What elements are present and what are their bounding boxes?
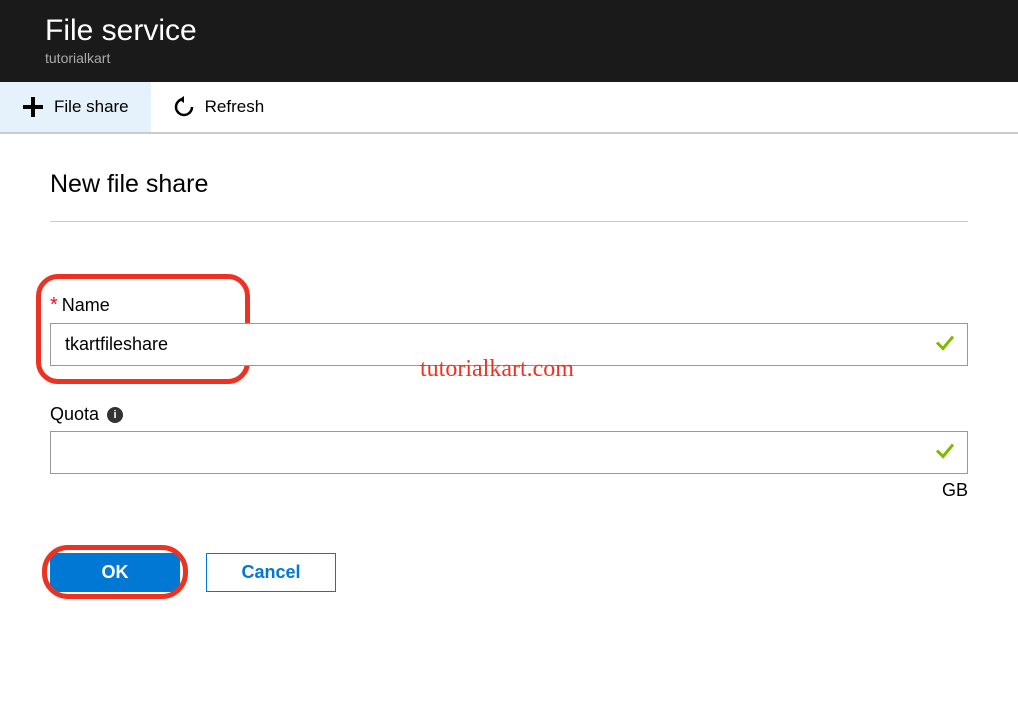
page-title: File service [45, 14, 973, 48]
required-star-icon: * [50, 294, 58, 317]
cancel-button[interactable]: Cancel [206, 553, 336, 592]
info-icon[interactable]: i [107, 407, 123, 423]
toolbar: File share Refresh [0, 82, 1018, 134]
panel-title: New file share [50, 170, 968, 222]
checkmark-icon [934, 331, 956, 358]
refresh-button[interactable]: Refresh [151, 82, 287, 132]
button-row: OK Cancel [50, 553, 968, 592]
quota-input-wrap [50, 431, 968, 474]
quota-unit: GB [50, 480, 968, 501]
file-share-label: File share [54, 97, 129, 117]
name-label-row: * Name [50, 294, 968, 317]
ok-button-wrap: OK [50, 553, 180, 592]
refresh-label: Refresh [205, 97, 265, 117]
page-subtitle: tutorialkart [45, 50, 973, 66]
file-share-button[interactable]: File share [0, 82, 151, 132]
checkmark-icon [934, 439, 956, 466]
quota-input[interactable] [50, 431, 968, 474]
ok-button[interactable]: OK [50, 553, 180, 592]
quota-label: Quota [50, 404, 99, 425]
page-header: File service tutorialkart [0, 0, 1018, 82]
refresh-icon [173, 96, 195, 118]
quota-field-group: Quota i GB [50, 404, 968, 501]
plus-icon [22, 96, 44, 118]
watermark-text: tutorialkart.com [420, 356, 574, 383]
quota-label-row: Quota i [50, 404, 968, 425]
name-label: Name [62, 295, 110, 316]
